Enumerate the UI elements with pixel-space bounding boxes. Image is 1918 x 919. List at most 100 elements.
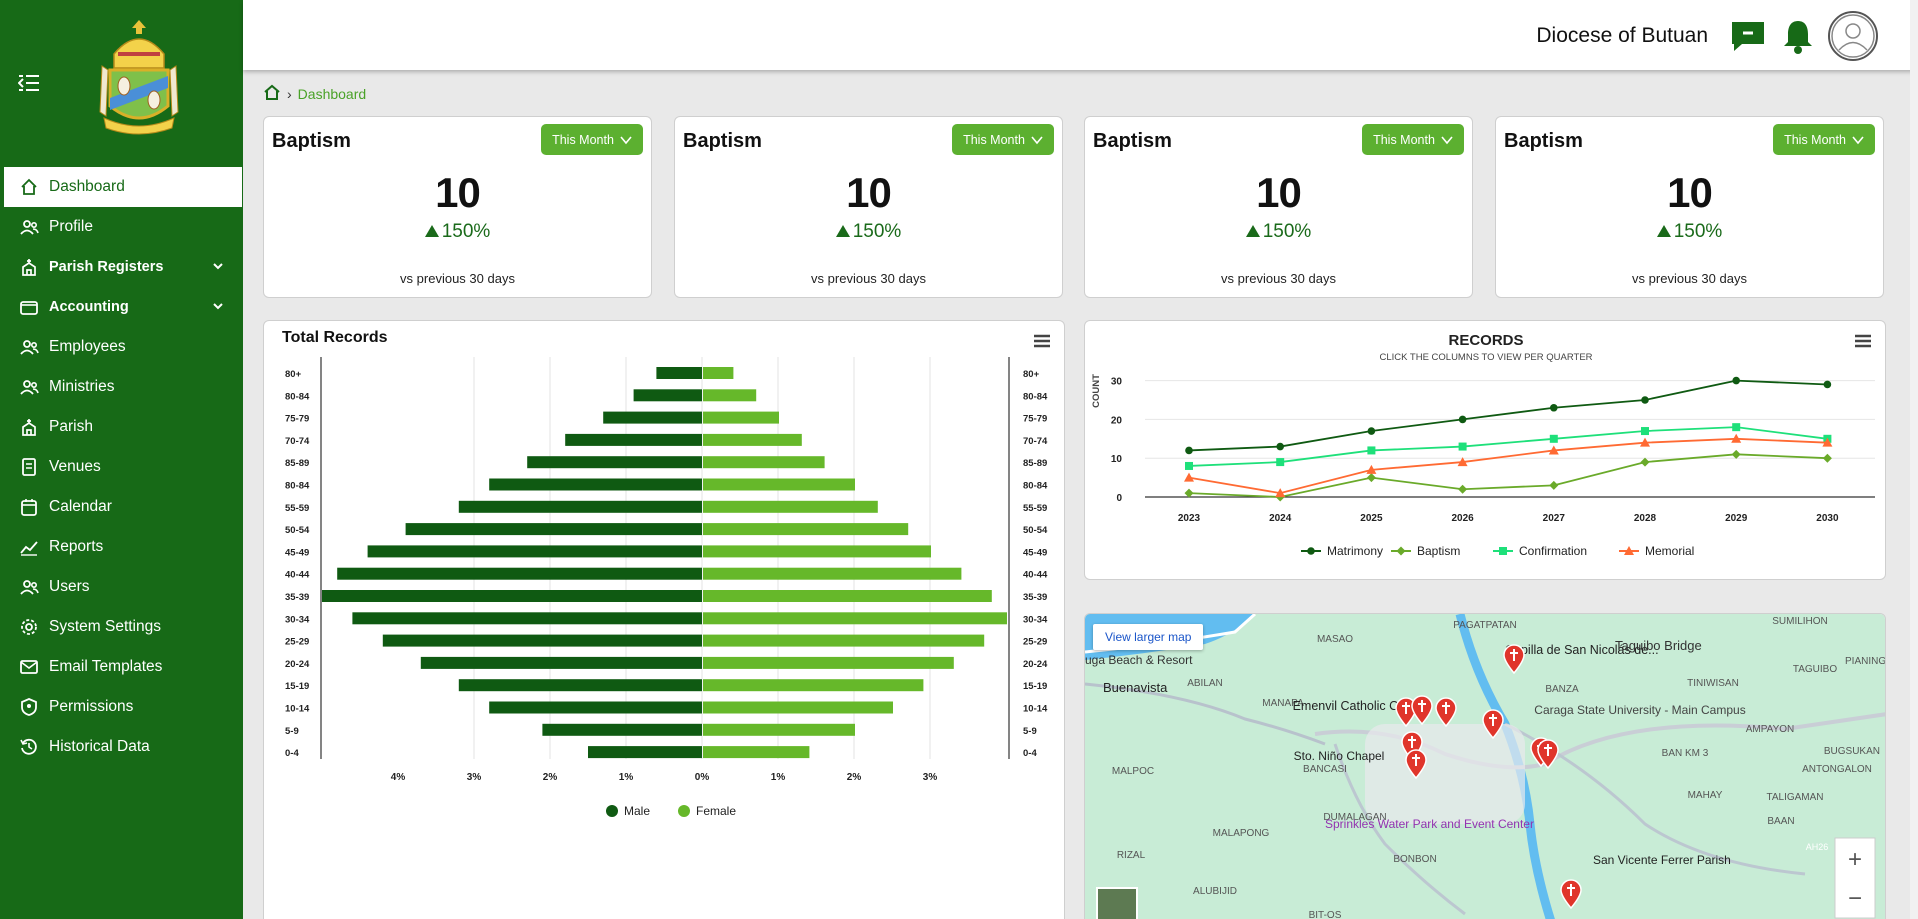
population-pyramid-chart[interactable]: 4% 3% 2% 1% 0% 1% 2% 3% 80+ 80+ 80-84 80-84 75-79 75-…	[264, 321, 1066, 919]
map-card[interactable]: uga Beach & Resort Buenavista ABILAN MANAPA…	[1084, 613, 1886, 919]
female-bar[interactable]	[703, 701, 893, 714]
female-bar[interactable]	[703, 545, 931, 558]
male-bar[interactable]	[322, 590, 702, 602]
data-point[interactable]	[1550, 403, 1558, 412]
female-bar[interactable]	[703, 567, 962, 580]
home-icon[interactable]	[263, 84, 287, 103]
female-bar[interactable]	[703, 634, 985, 647]
data-point[interactable]	[1185, 461, 1193, 470]
sidebar-item-reports[interactable]: Reports	[0, 527, 243, 567]
male-bar[interactable]	[352, 612, 702, 625]
male-bar[interactable]	[542, 723, 702, 736]
data-point[interactable]	[1641, 396, 1649, 404]
data-point[interactable]	[1549, 480, 1559, 490]
chevron-down-icon[interactable]	[211, 259, 225, 273]
page-scrollbar[interactable]	[1910, 0, 1918, 919]
male-bar[interactable]	[489, 701, 702, 714]
female-bar[interactable]	[703, 411, 779, 424]
user-avatar[interactable]	[1828, 11, 1878, 61]
sidebar-item-users[interactable]: Users	[0, 567, 243, 607]
legend-male-label[interactable]: Male	[624, 804, 650, 818]
female-bar[interactable]	[703, 523, 909, 536]
sidebar-item-permissions[interactable]: Permissions	[0, 687, 243, 727]
legend-female-label[interactable]: Female	[696, 804, 736, 818]
male-bar[interactable]	[489, 478, 702, 491]
zoom-out-button[interactable]: −	[1848, 885, 1862, 912]
bell-icon[interactable]	[1778, 16, 1818, 56]
sidebar-item-dashboard[interactable]: Dashboard	[4, 167, 242, 207]
legend-label[interactable]: Confirmation	[1519, 544, 1587, 558]
male-bar[interactable]	[603, 411, 702, 424]
sidebar-item-calendar[interactable]: Calendar	[0, 487, 243, 527]
breadcrumb-current[interactable]: Dashboard	[298, 86, 367, 102]
male-bar[interactable]	[405, 523, 702, 536]
series-line-matrimony[interactable]	[1188, 379, 1828, 452]
female-bar[interactable]	[703, 656, 954, 669]
data-point[interactable]	[1458, 484, 1468, 494]
sidebar-item-parish[interactable]: Parish	[0, 407, 243, 447]
data-point[interactable]	[1367, 427, 1376, 435]
data-point[interactable]	[1731, 449, 1741, 459]
sidebar-item-ministries[interactable]: Ministries	[0, 367, 243, 407]
chat-icon[interactable]	[1728, 16, 1768, 56]
female-bar[interactable]	[703, 679, 924, 692]
legend-label[interactable]: Matrimony	[1327, 544, 1383, 558]
sidebar-item-parish-registers[interactable]: Parish Registers	[0, 247, 243, 287]
data-point[interactable]	[1458, 442, 1467, 451]
data-point[interactable]	[1307, 547, 1315, 555]
period-dropdown[interactable]: This Month	[952, 124, 1054, 155]
period-dropdown[interactable]: This Month	[1362, 124, 1464, 155]
zoom-in-button[interactable]: +	[1848, 846, 1862, 873]
female-bar[interactable]	[703, 746, 810, 759]
data-point[interactable]	[1396, 546, 1406, 556]
data-point[interactable]	[1549, 434, 1558, 443]
records-line-chart[interactable]: RECORDS CLICK THE COLUMNS TO VIEW PER QUA…	[1085, 321, 1887, 581]
data-point[interactable]	[1276, 458, 1285, 467]
female-bar[interactable]	[703, 389, 757, 402]
data-point[interactable]	[1276, 442, 1284, 451]
menu-toggle-icon[interactable]	[18, 74, 40, 92]
data-point[interactable]	[1822, 453, 1832, 463]
male-bar[interactable]	[633, 389, 702, 402]
data-point[interactable]	[1640, 457, 1650, 467]
data-point[interactable]	[1366, 473, 1376, 483]
legend-label[interactable]: Baptism	[1417, 544, 1460, 558]
male-bar[interactable]	[367, 545, 702, 558]
data-point[interactable]	[1732, 376, 1740, 385]
female-bar[interactable]	[703, 456, 825, 469]
male-bar[interactable]	[337, 567, 702, 580]
sidebar-item-employees[interactable]: Employees	[0, 327, 243, 367]
series-line-memorial[interactable]	[1188, 437, 1828, 495]
male-bar[interactable]	[420, 656, 702, 669]
female-bar[interactable]	[703, 612, 1007, 625]
female-bar[interactable]	[703, 500, 878, 513]
female-bar[interactable]	[703, 433, 802, 446]
data-point[interactable]	[1185, 446, 1193, 455]
sidebar-item-email-templates[interactable]: Email Templates	[0, 647, 243, 687]
legend-label[interactable]: Memorial	[1645, 544, 1694, 558]
data-point[interactable]	[1367, 446, 1376, 455]
male-bar[interactable]	[382, 634, 702, 647]
male-bar[interactable]	[458, 679, 702, 692]
data-point[interactable]	[1184, 472, 1194, 482]
period-dropdown[interactable]: This Month	[1773, 124, 1875, 155]
male-bar[interactable]	[527, 456, 702, 469]
sidebar-item-historical-data[interactable]: Historical Data	[0, 727, 243, 767]
female-bar[interactable]	[703, 723, 855, 736]
google-map[interactable]: uga Beach & ResortBuenavista ABILANMANAPA…	[1085, 614, 1886, 919]
chevron-down-icon[interactable]	[211, 299, 225, 313]
map-type-thumbnail[interactable]	[1096, 887, 1138, 919]
data-point[interactable]	[1458, 415, 1467, 424]
male-bar[interactable]	[458, 500, 702, 513]
data-point[interactable]	[1732, 423, 1741, 432]
female-bar[interactable]	[703, 478, 855, 491]
data-point[interactable]	[1184, 488, 1194, 498]
male-bar[interactable]	[656, 367, 702, 379]
sidebar-item-accounting[interactable]: Accounting	[0, 287, 243, 327]
sidebar-item-profile[interactable]: Profile	[0, 207, 243, 247]
female-bar[interactable]	[703, 367, 734, 379]
zoom-controls[interactable]: +−	[1834, 837, 1876, 919]
data-point[interactable]	[1641, 427, 1649, 436]
view-larger-map-button[interactable]: View larger map	[1093, 624, 1204, 650]
period-dropdown[interactable]: This Month	[541, 124, 643, 155]
